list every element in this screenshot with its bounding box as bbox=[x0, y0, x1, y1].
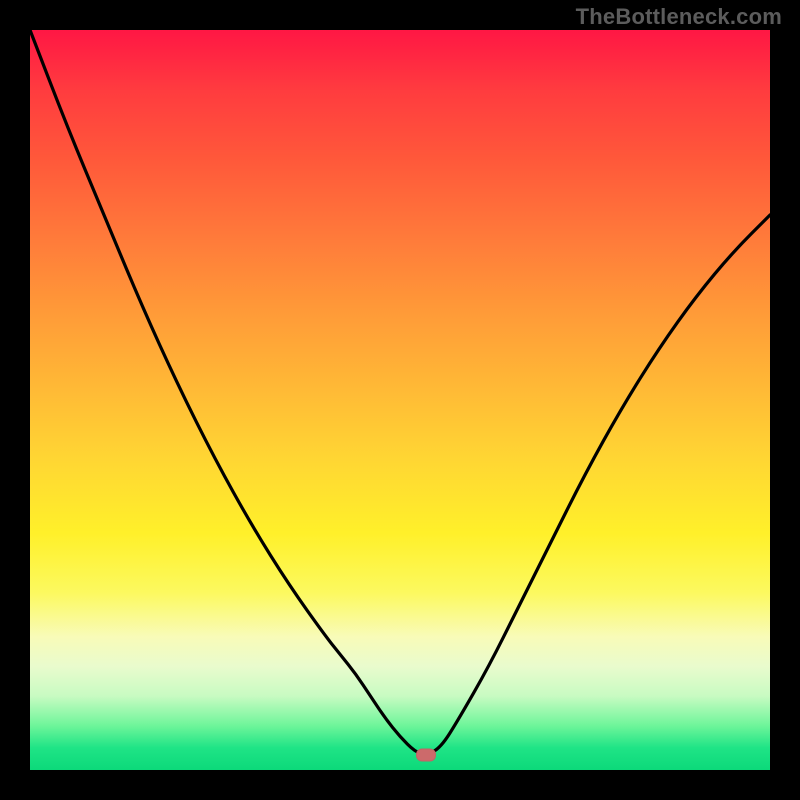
minimum-marker bbox=[416, 749, 436, 762]
curve-svg bbox=[30, 30, 770, 770]
plot-area bbox=[30, 30, 770, 770]
watermark-text: TheBottleneck.com bbox=[576, 4, 782, 30]
bottleneck-curve-path bbox=[30, 30, 770, 754]
chart-frame: TheBottleneck.com bbox=[0, 0, 800, 800]
